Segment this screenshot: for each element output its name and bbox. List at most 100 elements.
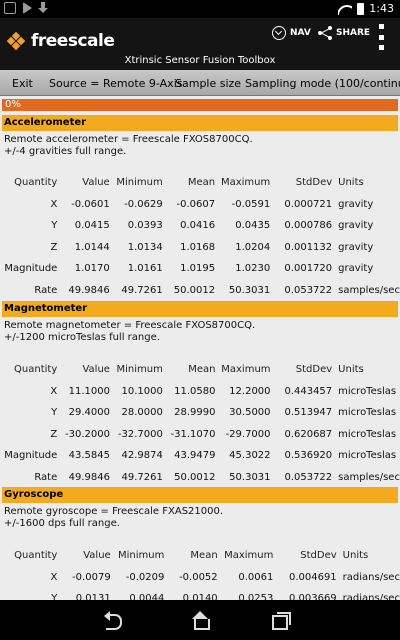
table-cell: Magnitude	[4, 450, 58, 462]
table-cell: 1.0204	[235, 241, 271, 253]
table-cell: 50.3031	[229, 471, 271, 483]
table-cell: radians/sec	[342, 593, 400, 600]
nav-button[interactable]: NAV	[272, 26, 311, 40]
table-cell: 0.000721	[284, 198, 333, 210]
table-cell: 43.9479	[174, 450, 216, 462]
sensor-range: +/-1200 microTeslas full range.	[4, 332, 160, 343]
sensor-model: Remote gyroscope = Freescale FXAS21000.	[4, 506, 224, 517]
column-header: Quantity	[14, 177, 58, 189]
menu-item-sample-size[interactable]: Sample size	[175, 77, 241, 90]
table-cell: 0.001132	[284, 241, 333, 253]
table-row: X -0.0601 -0.0629 -0.0607 -0.0591 0.000721 gra…	[0, 194, 400, 216]
column-header: Minimum	[118, 550, 165, 562]
table-cell: 42.9874	[121, 450, 163, 462]
table-cell: 0.003669	[288, 593, 337, 600]
table-cell: 45.3022	[229, 450, 271, 462]
table-cell: -0.0629	[124, 198, 163, 210]
column-header: Quantity	[14, 364, 58, 376]
table-cell: -31.1070	[170, 428, 216, 440]
table-cell: gravity	[338, 198, 374, 210]
table-cell: Rate	[34, 284, 58, 296]
table-cell: 1.0230	[235, 263, 271, 275]
table-cell: 0.0044	[129, 593, 165, 600]
table-cell: 50.0012	[174, 471, 216, 483]
table-cell: Z	[50, 241, 58, 253]
table-cell: 49.7261	[121, 471, 163, 483]
overflow-menu-icon[interactable]	[379, 24, 385, 50]
share-label: SHARE	[336, 28, 371, 38]
column-header: Value	[83, 550, 111, 562]
stats-table-gyroscope: Quantity Value Minimum Mean Maximum StdD…	[0, 545, 400, 600]
table-cell: Y	[51, 407, 58, 419]
system-navigation-bar	[0, 600, 400, 640]
table-cell: radians/sec	[342, 571, 400, 583]
table-cell: Y	[51, 220, 58, 232]
column-header: Mean	[190, 550, 218, 562]
menu-item-source[interactable]: Source = Remote 9-Axis	[49, 77, 182, 90]
wifi-icon	[338, 3, 352, 15]
table-row: X -0.0079 -0.0209 -0.0052 0.0061 0.004691 radi…	[0, 567, 400, 589]
table-cell: 0.0131	[75, 593, 111, 600]
table-cell: 0.443457	[284, 385, 333, 397]
menu-item-sampling-mode[interactable]: Sampling mode (100/continuous	[245, 77, 400, 90]
home-icon[interactable]	[190, 611, 210, 630]
table-cell: -0.0209	[125, 571, 165, 583]
table-cell: -29.7000	[225, 428, 271, 440]
download-icon	[37, 2, 49, 14]
table-cell: microTeslas	[338, 407, 397, 419]
table-row: Y 29.4000 28.0000 28.9990 30.5000 0.513947 mic…	[0, 402, 400, 424]
table-cell: X	[50, 198, 58, 210]
table-cell: microTeslas	[338, 385, 397, 397]
table-cell: gravity	[338, 263, 374, 275]
table-cell: 28.0000	[121, 407, 163, 419]
recent-apps-icon[interactable]	[272, 612, 291, 630]
progress-label: 0%	[5, 99, 21, 110]
table-cell: 50.0012	[173, 284, 216, 296]
battery-icon	[357, 2, 365, 15]
table-cell: 30.5000	[229, 407, 271, 419]
table-cell: 1.0195	[180, 263, 216, 275]
column-header: Maximum	[221, 364, 271, 376]
table-cell: X	[50, 385, 58, 397]
table-cell: Y	[51, 593, 58, 600]
sensor-range: +/-1600 dps full range.	[4, 518, 120, 529]
table-cell: 0.0061	[238, 571, 274, 583]
stats-table-magnetometer: Quantity Value Minimum Mean Maximum StdD…	[0, 359, 400, 488]
table-cell: -0.0601	[71, 198, 110, 210]
table-cell: -0.0079	[72, 571, 111, 583]
column-header: Units	[338, 364, 364, 376]
table-cell: 1.0168	[180, 241, 216, 253]
back-icon[interactable]	[104, 611, 128, 630]
share-button[interactable]: SHARE	[318, 26, 370, 40]
table-cell: 10.1000	[121, 385, 163, 397]
column-header: Value	[82, 177, 110, 189]
table-header-row: Quantity Value Minimum Mean Maximum StdD…	[0, 545, 400, 567]
table-cell: 29.4000	[68, 407, 110, 419]
stats-table-accelerometer: Quantity Value Minimum Mean Maximum StdD…	[0, 172, 400, 301]
table-row: X 11.1000 10.1000 11.0580 12.2000 0.443457 mic…	[0, 381, 400, 403]
play-store-icon	[23, 2, 32, 14]
sensor-range: +/-4 gravities full range.	[4, 146, 127, 157]
nav-chevron-icon	[272, 26, 286, 40]
table-cell: gravity	[338, 220, 374, 232]
table-cell: 49.7261	[121, 284, 163, 296]
table-cell: samples/sec	[338, 284, 400, 296]
column-header: Maximum	[220, 177, 271, 189]
clock: 1:43	[369, 2, 394, 15]
table-cell: 1.0170	[74, 263, 110, 275]
options-menu-bar: Exit Source = Remote 9-Axis Sample size …	[0, 70, 400, 96]
menu-item-exit[interactable]: Exit	[12, 77, 33, 90]
table-cell: 1.0161	[127, 263, 163, 275]
action-bar: freescale NAV SHARE Xtrinsic Sensor Fusi…	[0, 18, 400, 70]
table-row: Rate 49.9846 49.7261 50.0012 50.3031 0.053722…	[0, 280, 400, 302]
column-header: Mean	[188, 364, 216, 376]
nav-label: NAV	[290, 28, 311, 38]
table-cell: -0.0607	[176, 198, 216, 210]
column-header: StdDev	[300, 550, 337, 562]
status-bar: 1:43	[0, 0, 400, 18]
share-icon	[318, 26, 332, 40]
table-row: Rate 49.9846 49.7261 50.0012 50.3031 0.053722…	[0, 467, 400, 489]
table-cell: 43.5845	[68, 450, 110, 462]
statistics-view[interactable]: 0% Accelerometer Remote accelerometer = …	[0, 96, 400, 600]
table-cell: 49.9846	[68, 284, 110, 296]
